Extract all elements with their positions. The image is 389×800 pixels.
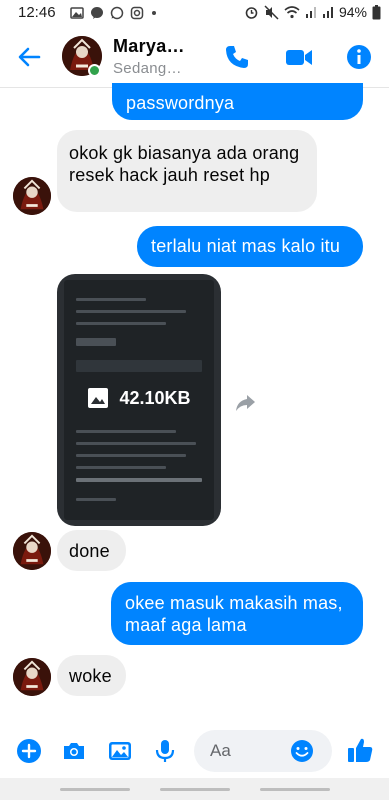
info-icon[interactable]	[344, 42, 374, 72]
message-composer	[0, 722, 389, 778]
contact-avatar-small[interactable]	[13, 658, 51, 696]
camera-icon[interactable]	[61, 738, 87, 764]
back-arrow-icon[interactable]	[14, 42, 44, 72]
emoji-icon[interactable]	[290, 739, 314, 763]
contact-avatar-small[interactable]	[13, 532, 51, 570]
online-indicator	[88, 64, 101, 77]
mute-icon	[264, 4, 279, 20]
messenger-icon	[91, 7, 103, 19]
image-size-label-wrap: 42.10KB	[57, 387, 221, 409]
battery-percent: 94%	[338, 4, 367, 20]
phone-icon[interactable]	[222, 42, 252, 72]
image-icon	[88, 388, 109, 408]
image-size: 42.10KB	[119, 387, 191, 408]
dot-icon	[152, 11, 156, 15]
microphone-icon[interactable]	[152, 738, 178, 764]
wifi-icon	[284, 6, 300, 19]
gallery-icon	[70, 7, 84, 19]
message-incoming[interactable]: woke	[57, 655, 126, 696]
nav-home-button[interactable]	[160, 788, 230, 791]
signal-icon	[322, 7, 333, 18]
signal-icon	[305, 7, 316, 18]
instagram-icon	[130, 6, 144, 20]
message-outgoing[interactable]: passwordnya	[112, 83, 363, 120]
conversation-header: Marya… Sedang…	[0, 26, 389, 88]
video-camera-icon[interactable]	[284, 42, 314, 72]
status-bar: 12:46 94%	[0, 0, 389, 26]
whatsapp-icon	[110, 6, 124, 20]
thumbs-up-icon[interactable]	[345, 735, 375, 765]
message-incoming[interactable]: okok gk biasanya ada orang resek hack ja…	[57, 130, 317, 212]
image-attachment[interactable]: 42.10KB	[57, 274, 221, 526]
battery-icon	[372, 4, 381, 19]
alarm-icon	[245, 6, 258, 19]
contact-avatar-small[interactable]	[13, 177, 51, 215]
plus-icon[interactable]	[16, 738, 42, 764]
gallery-icon[interactable]	[107, 738, 133, 764]
message-incoming[interactable]: done	[57, 530, 126, 571]
forward-icon[interactable]	[232, 390, 258, 416]
nav-recents-button[interactable]	[260, 788, 330, 791]
message-input[interactable]	[210, 739, 292, 763]
message-outgoing[interactable]: okee masuk makasih mas, maaf aga lama	[111, 582, 363, 645]
message-outgoing[interactable]: terlalu niat mas kalo itu	[137, 226, 363, 267]
message-input-container[interactable]	[194, 730, 332, 772]
status-time: 12:46	[18, 4, 56, 21]
contact-status: Sedang…	[113, 60, 182, 77]
system-navigation-bar	[0, 778, 389, 800]
contact-name[interactable]: Marya…	[113, 36, 185, 57]
nav-back-button[interactable]	[60, 788, 130, 791]
